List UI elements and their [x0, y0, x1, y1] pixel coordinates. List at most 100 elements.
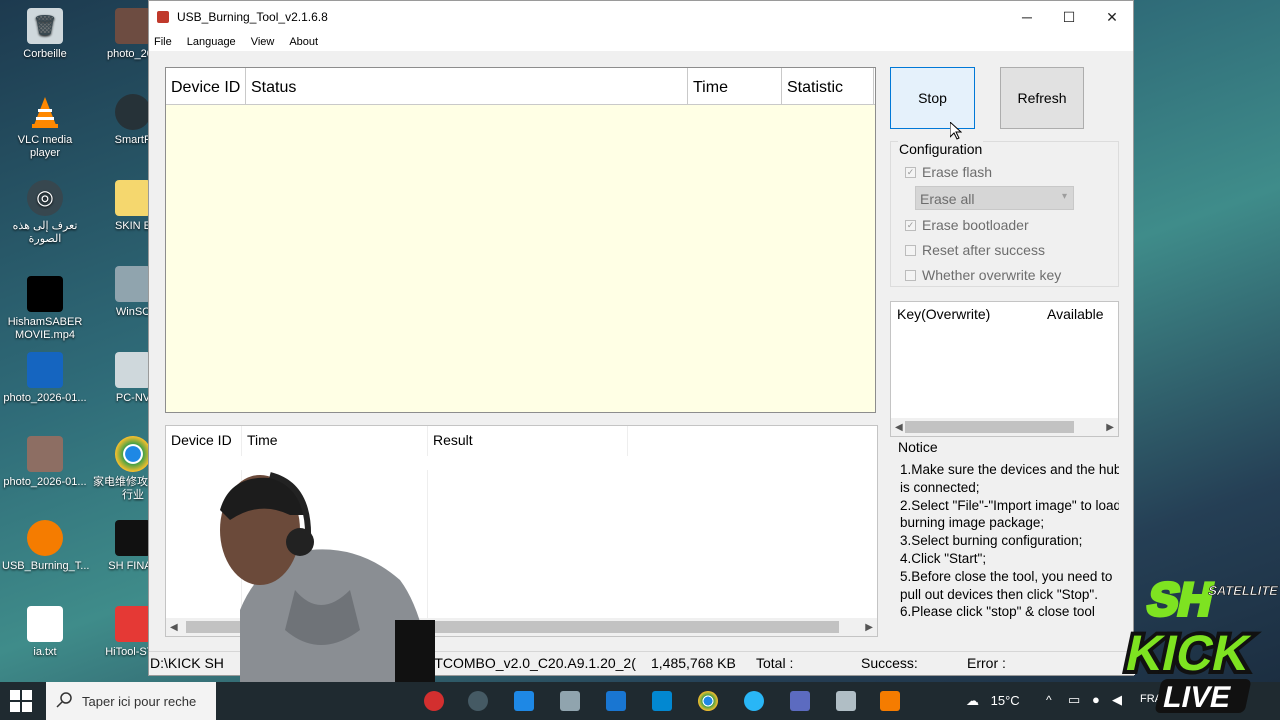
- winscp-icon: [115, 266, 151, 302]
- image-icon: [27, 436, 63, 472]
- temperature: 15°C: [990, 693, 1020, 708]
- menu-about[interactable]: About: [289, 36, 318, 48]
- taskbar-app-usb-burning-icon[interactable]: [880, 691, 900, 711]
- text-file-icon: [27, 606, 63, 642]
- menu-file[interactable]: File: [154, 36, 172, 48]
- device-list-header: Device ID Status Time Statistic: [166, 68, 875, 105]
- column-result[interactable]: Result: [428, 426, 628, 456]
- checkbox-empty-icon: [905, 244, 916, 256]
- key-horizontal-scrollbar[interactable]: ◀ ▶: [891, 418, 1118, 436]
- folder-icon: [115, 180, 151, 216]
- desktop-icon-ia-txt[interactable]: ia.txt: [2, 606, 88, 659]
- desktop-icon-recycle-bin[interactable]: 🗑 Corbeille: [2, 8, 88, 61]
- svg-text:KICK: KICK: [1121, 625, 1256, 681]
- checkbox-checked-icon: ✓: [905, 219, 916, 231]
- network-icon[interactable]: ▭: [1068, 692, 1080, 708]
- hitool-icon: [115, 606, 151, 642]
- column-statistic[interactable]: Statistic: [782, 68, 874, 104]
- window-title: USB_Burning_Tool_v2.1.6.8: [177, 10, 328, 24]
- taskbar-app-calculator-icon[interactable]: [606, 691, 626, 711]
- column-key-overwrite[interactable]: Key(Overwrite): [891, 302, 1041, 326]
- svg-text:SATELLITE: SATELLITE: [1207, 583, 1280, 598]
- scroll-thumb[interactable]: [905, 421, 1074, 433]
- taskbar: Taper ici pour reche ☁ 15°C ^ ▭ ● ◀ FRA: [0, 682, 1280, 720]
- device-list[interactable]: Device ID Status Time Statistic: [165, 67, 876, 413]
- title-bar[interactable]: USB_Burning_Tool_v2.1.6.8 ─ ☐ ✕: [149, 1, 1133, 33]
- recycle-bin-icon: 🗑: [27, 8, 63, 44]
- menu-view[interactable]: View: [251, 36, 275, 48]
- image-size: 1,485,768 KB: [651, 655, 736, 671]
- menu-bar: File Language View About: [149, 33, 1133, 51]
- taskbar-app-chrome-icon[interactable]: [698, 691, 718, 711]
- desktop-icon-identify-image[interactable]: ◎ تعرف إلى هذه الصورة: [2, 180, 88, 246]
- video-file-icon: [27, 276, 63, 312]
- computer-icon: [115, 352, 151, 388]
- log-list-header: Device ID Time Result: [166, 426, 877, 456]
- column-device-id[interactable]: Device ID: [166, 68, 246, 104]
- desktop-icon-label: photo_2026-01...: [3, 392, 87, 404]
- close-button[interactable]: ✕: [1090, 1, 1134, 33]
- mouse-cursor-icon: [950, 122, 962, 140]
- overwrite-key-checkbox[interactable]: Whether overwrite key: [905, 267, 1061, 283]
- configuration-title: Configuration: [898, 141, 984, 157]
- desktop-icon-label: VLC media player: [17, 134, 73, 159]
- checkbox-empty-icon: [905, 269, 916, 281]
- total-count: Total :: [756, 655, 794, 671]
- folder-icon: [115, 520, 151, 556]
- notice-text: 1.Make sure the devices and the hub is c…: [900, 462, 1119, 620]
- reset-after-success-label: Reset after success: [922, 242, 1045, 258]
- taskbar-app-network-icon[interactable]: [652, 691, 672, 711]
- column-device-id[interactable]: Device ID: [166, 426, 242, 456]
- scroll-left-icon[interactable]: ◀: [170, 622, 178, 633]
- column-status[interactable]: Status: [246, 68, 688, 104]
- taskbar-app-telegram-icon[interactable]: [744, 691, 764, 711]
- tray-chevron-up-icon[interactable]: ^: [1046, 693, 1052, 707]
- column-time[interactable]: Time: [688, 68, 782, 104]
- scroll-left-icon[interactable]: ◀: [895, 422, 903, 433]
- vlc-cone-icon: [27, 94, 63, 130]
- minimize-button[interactable]: ─: [1005, 1, 1049, 33]
- usb-burning-icon: [27, 520, 63, 556]
- success-count: Success:: [861, 655, 918, 671]
- desktop-icon-label: تعرف إلى هذه الصورة: [12, 220, 78, 245]
- checkbox-checked-icon: ✓: [905, 166, 916, 178]
- erase-flash-checkbox[interactable]: ✓ Erase flash: [905, 164, 992, 180]
- reset-after-success-checkbox[interactable]: Reset after success: [905, 242, 1045, 258]
- maximize-button[interactable]: ☐: [1047, 1, 1091, 33]
- erase-mode-select[interactable]: Erase all ▾: [915, 186, 1074, 210]
- image-name: STCOMBO_v2.0_C20.A9.1.20_2(: [425, 655, 636, 671]
- scroll-right-icon[interactable]: ▶: [865, 622, 873, 633]
- taskbar-app-explorer-icon[interactable]: [514, 691, 534, 711]
- desktop-icon-photo-3[interactable]: photo_2026-01...: [2, 436, 88, 489]
- desktop-icon-label: ia.txt: [33, 646, 57, 658]
- scroll-right-icon[interactable]: ▶: [1106, 422, 1114, 433]
- microphone-icon[interactable]: ●: [1092, 692, 1100, 707]
- stop-button[interactable]: Stop: [890, 67, 975, 129]
- desktop-icon-vlc[interactable]: VLC media player: [2, 94, 88, 160]
- taskbar-app-record-icon[interactable]: [424, 691, 444, 711]
- column-time[interactable]: Time: [242, 426, 428, 456]
- overwrite-key-label: Whether overwrite key: [922, 267, 1062, 283]
- taskbar-app-camera-icon[interactable]: [468, 691, 488, 711]
- refresh-button[interactable]: Refresh: [1000, 67, 1084, 129]
- erase-bootloader-label: Erase bootloader: [922, 217, 1029, 233]
- desktop-icon-label: Corbeille: [23, 48, 67, 60]
- windows-start-icon[interactable]: [10, 690, 32, 712]
- column-available[interactable]: Available: [1041, 302, 1104, 326]
- taskbar-app-notepad-icon[interactable]: [836, 691, 856, 711]
- desktop-icon-movie[interactable]: HishamSABER MOVIE.mp4: [2, 276, 88, 342]
- weather-widget[interactable]: ☁ 15°C: [966, 693, 1020, 709]
- menu-language[interactable]: Language: [187, 36, 236, 48]
- key-list[interactable]: Key(Overwrite) Available ◀ ▶: [890, 301, 1119, 437]
- desktop-icon-usb-burning[interactable]: USB_Burning_T...: [2, 520, 89, 573]
- sh-satellite-kick-live-logo: SH SH SATELLITE KICK KICK LIVE: [1117, 555, 1280, 720]
- notice-panel: Notice 1.Make sure the devices and the h…: [890, 439, 1119, 639]
- image-icon: [115, 8, 151, 44]
- taskbar-app-tool-icon[interactable]: [560, 691, 580, 711]
- taskbar-search[interactable]: Taper ici pour reche: [46, 682, 216, 720]
- taskbar-app-satellite-icon[interactable]: [790, 691, 810, 711]
- lens-icon: ◎: [27, 180, 63, 216]
- chevron-down-icon: ▾: [1061, 191, 1067, 202]
- desktop-icon-photo-2[interactable]: photo_2026-01...: [2, 352, 88, 405]
- erase-bootloader-checkbox[interactable]: ✓ Erase bootloader: [905, 217, 1029, 233]
